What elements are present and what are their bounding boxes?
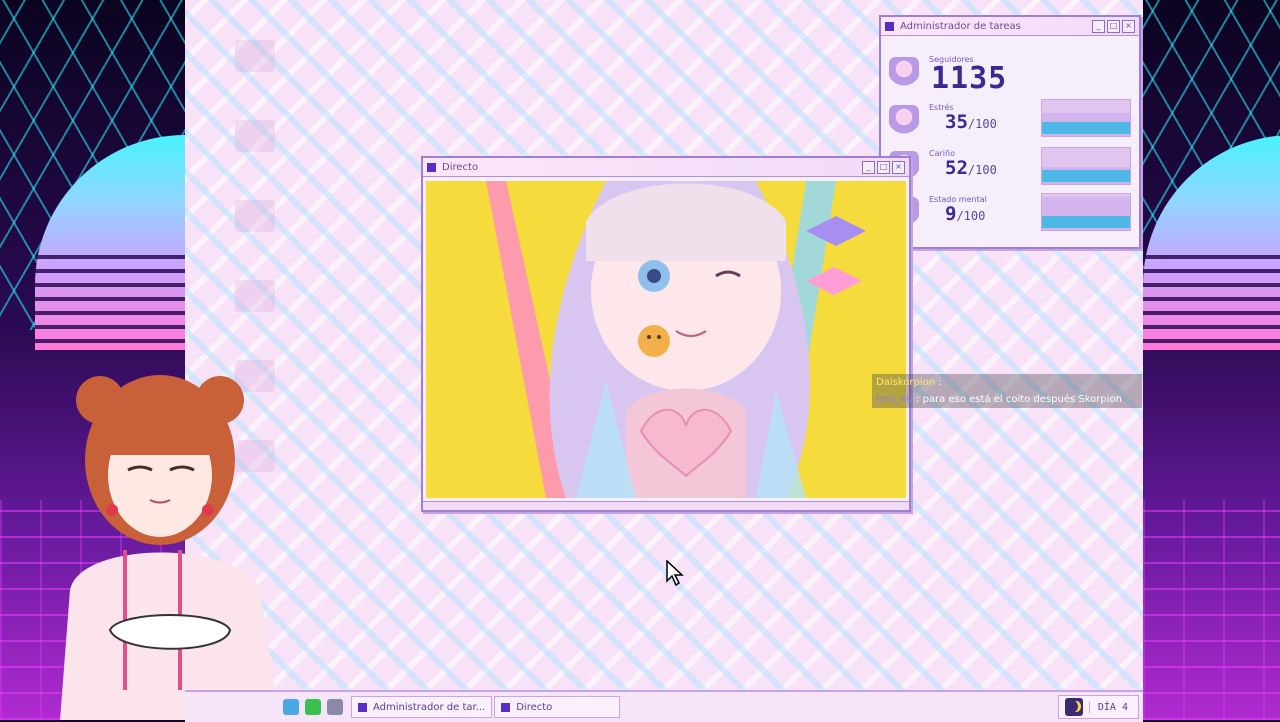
- minimize-button[interactable]: _: [1092, 19, 1105, 33]
- chat-overlay: Daiskorpion : Jero_60 : para eso está el…: [872, 374, 1142, 408]
- stat-mental: Estado mental 9/100: [881, 191, 1139, 237]
- avatar-icon: [889, 105, 919, 135]
- stat-affection: Cariño 52/100: [881, 145, 1139, 191]
- close-button[interactable]: ×: [892, 160, 905, 174]
- desktop-icon[interactable]: [225, 120, 285, 190]
- window-icon[interactable]: [327, 699, 343, 715]
- twitter-icon[interactable]: [283, 699, 299, 715]
- stat-value: 9/100: [945, 203, 986, 225]
- taskbar-button-live[interactable]: Directo: [494, 696, 621, 718]
- app-icon: [235, 40, 275, 72]
- stat-stress: Estrés 35/100: [881, 99, 1139, 145]
- maximize-button[interactable]: □: [877, 160, 890, 174]
- day-indicator: DÍA 4: [1057, 695, 1139, 719]
- stat-value: 35/100: [945, 111, 997, 133]
- avatar-icon: [889, 57, 919, 87]
- minimize-button[interactable]: _: [862, 160, 875, 174]
- stream-illustration: [426, 181, 906, 498]
- chat-icon[interactable]: [305, 699, 321, 715]
- task-manager-titlebar[interactable]: Administrador de tareas _ □ ×: [881, 17, 1139, 36]
- window-icon: [427, 162, 436, 172]
- window-title: Administrador de tareas: [900, 20, 1021, 32]
- desktop-icon[interactable]: [225, 280, 285, 350]
- chat-message: Jero_60 : para eso está el coito después…: [876, 394, 1122, 405]
- window-icon: [358, 702, 367, 712]
- window-statusbar: [423, 501, 909, 510]
- stress-bar: [1041, 99, 1131, 137]
- day-label: DÍA 4: [1088, 701, 1138, 713]
- mental-bar: [1041, 193, 1131, 231]
- vtuber-avatar: [60, 375, 280, 720]
- stat-line: [1042, 170, 1130, 182]
- maximize-button[interactable]: □: [1107, 19, 1120, 33]
- moon-icon: [1064, 698, 1083, 716]
- stat-followers: Seguidores 1135: [881, 55, 1139, 99]
- desktop-icon[interactable]: [225, 40, 285, 110]
- desktop-icon[interactable]: [225, 200, 285, 270]
- live-titlebar[interactable]: Directo _ □ ×: [423, 158, 909, 177]
- followers-count: 1135: [931, 61, 1008, 96]
- mouse-cursor-icon: [666, 560, 684, 586]
- app-icon: [235, 200, 275, 232]
- stat-line: [1042, 122, 1130, 134]
- window-title: Directo: [442, 161, 479, 173]
- stat-line: [1042, 216, 1130, 228]
- taskbar-button-task-manager[interactable]: Administrador de tar...: [351, 696, 493, 718]
- stat-value: 52/100: [945, 157, 997, 179]
- window-icon: [501, 702, 511, 712]
- affection-bar: [1041, 147, 1131, 185]
- task-manager-window[interactable]: Administrador de tareas _ □ × Seguidores…: [879, 15, 1141, 249]
- app-icon: [235, 280, 275, 312]
- taskbar: Administrador de tar... Directo DÍA 4: [185, 690, 1143, 722]
- live-window[interactable]: Directo _ □ ×: [421, 156, 911, 512]
- synthwave-background-right: [1143, 0, 1280, 720]
- anime-girl-illustration: [426, 181, 906, 498]
- window-icon: [885, 21, 894, 31]
- close-button[interactable]: ×: [1122, 19, 1135, 33]
- app-icon: [235, 120, 275, 152]
- chat-message: Daiskorpion :: [876, 377, 942, 388]
